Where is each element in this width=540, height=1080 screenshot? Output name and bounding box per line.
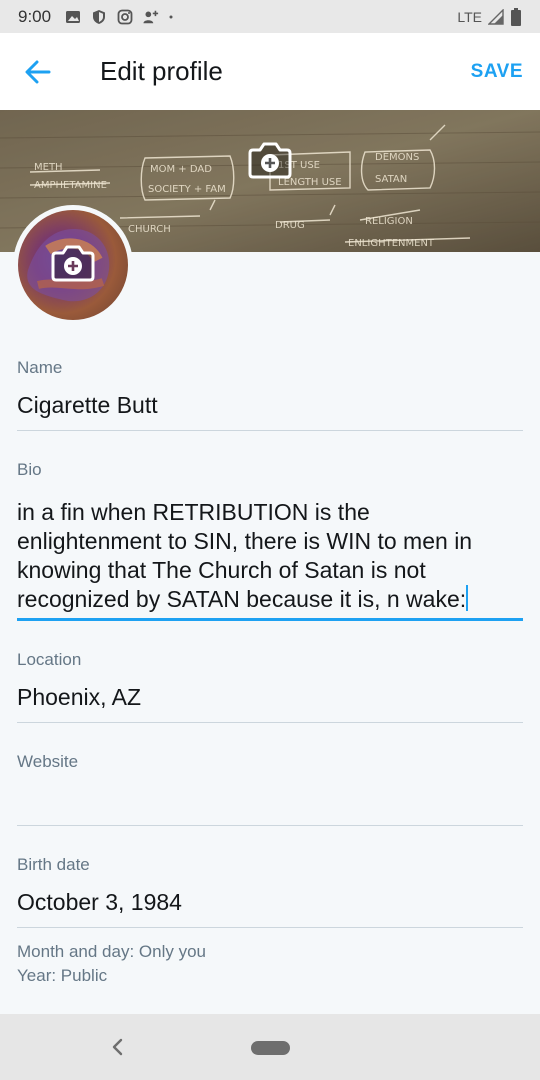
- instagram-icon: [117, 9, 133, 24]
- save-button[interactable]: SAVE: [471, 61, 523, 83]
- birth-date-input[interactable]: October 3, 1984: [17, 888, 523, 917]
- status-bar: 9:00 LTE: [0, 0, 540, 33]
- add-person-icon: [143, 10, 159, 23]
- bio-line: enlightenment to SIN, there is WIN to me…: [17, 528, 473, 554]
- status-time: 9:00: [18, 6, 52, 26]
- battery-icon: [511, 7, 521, 26]
- website-underline: [17, 825, 523, 826]
- svg-text:METH: METH: [34, 162, 63, 173]
- name-field[interactable]: Name Cigarette Butt: [17, 358, 523, 420]
- nav-home-button[interactable]: [251, 1041, 290, 1055]
- photo-icon: [66, 10, 81, 23]
- svg-text:DEMONS: DEMONS: [375, 152, 419, 163]
- birth-date-privacy-note: Month and day: Only you Year: Public: [17, 940, 206, 988]
- location-underline: [17, 722, 523, 723]
- add-header-photo-icon[interactable]: [247, 140, 293, 180]
- privacy-year: Year: Public: [17, 966, 108, 985]
- avatar-container: [13, 205, 133, 325]
- name-input[interactable]: Cigarette Butt: [17, 391, 523, 420]
- location-label: Location: [17, 650, 82, 669]
- bio-line: recognized by SATAN because it is, n wak…: [17, 586, 467, 612]
- privacy-month-day: Month and day: Only you: [17, 942, 207, 961]
- svg-text:SATAN: SATAN: [375, 174, 407, 185]
- birth-date-underline: [17, 927, 523, 928]
- location-field[interactable]: Location Phoenix, AZ: [17, 650, 523, 712]
- network-type: LTE: [457, 8, 482, 25]
- svg-text:MOM + DAD: MOM + DAD: [150, 164, 212, 175]
- bio-line: knowing that The Church of Satan is not: [17, 557, 426, 583]
- nav-back-icon[interactable]: [108, 1036, 128, 1058]
- text-cursor: [466, 585, 469, 611]
- signal-icon: [488, 8, 504, 25]
- back-button[interactable]: [0, 33, 76, 110]
- website-label: Website: [17, 752, 79, 771]
- website-input[interactable]: [17, 785, 523, 814]
- svg-text:DRUG: DRUG: [275, 220, 305, 231]
- name-label: Name: [17, 358, 63, 377]
- website-field[interactable]: Website: [17, 752, 523, 814]
- shield-icon: [93, 9, 106, 24]
- birth-date-field[interactable]: Birth date October 3, 1984: [17, 855, 523, 917]
- location-input[interactable]: Phoenix, AZ: [17, 683, 523, 712]
- dot-icon: [169, 15, 173, 18]
- name-underline: [17, 430, 523, 431]
- arrow-left-icon: [25, 60, 51, 83]
- system-nav-bar: [0, 1014, 540, 1080]
- add-avatar-photo-icon[interactable]: [50, 243, 96, 283]
- bio-line: in a fin when RETRIBUTION is the: [17, 499, 370, 525]
- bio-underline: [17, 618, 523, 621]
- svg-text:CHURCH: CHURCH: [128, 224, 171, 235]
- birth-date-label: Birth date: [17, 855, 90, 874]
- bio-label: Bio: [17, 460, 42, 479]
- bio-field[interactable]: Bio in a fin when RETRIBUTION is the enl…: [17, 460, 523, 614]
- svg-text:RELIGION: RELIGION: [365, 216, 413, 227]
- avatar[interactable]: [18, 210, 128, 320]
- page-title: Edit profile: [100, 56, 223, 86]
- svg-text:ENLIGHTENMENT: ENLIGHTENMENT: [348, 238, 435, 249]
- bio-line-last: recognized by SATAN because it is, n wak…: [17, 585, 523, 614]
- app-bar: Edit profile SAVE: [0, 33, 540, 110]
- svg-text:AMPHETAMINE: AMPHETAMINE: [34, 180, 107, 191]
- svg-text:SOCIETY + FAM: SOCIETY + FAM: [148, 184, 226, 195]
- bio-input[interactable]: in a fin when RETRIBUTION is the enlight…: [17, 498, 523, 614]
